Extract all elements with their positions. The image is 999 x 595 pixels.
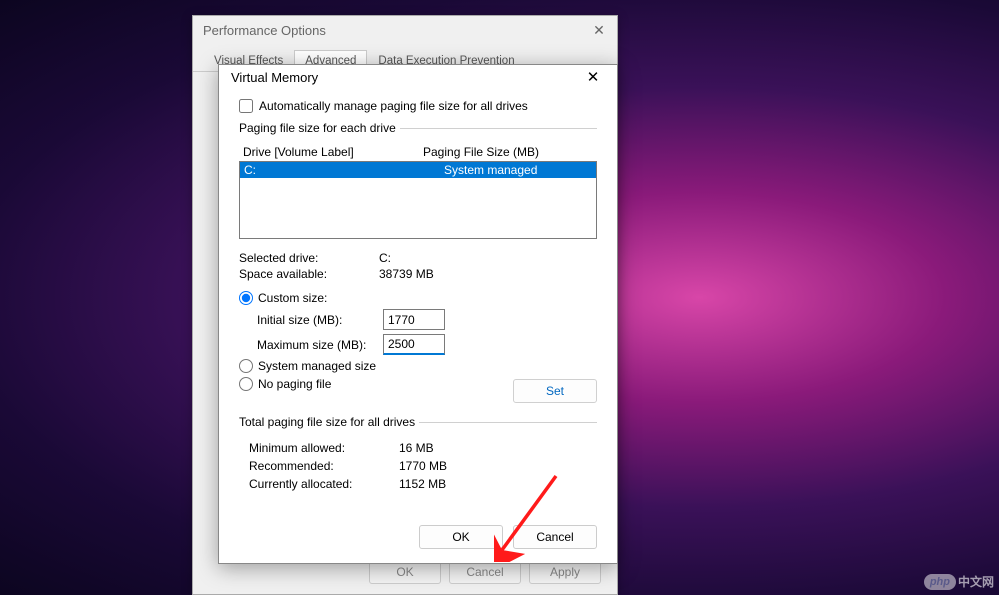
- selected-drive-value: C:: [379, 251, 597, 265]
- set-button-row: Set: [513, 379, 597, 403]
- maximum-size-input[interactable]: [383, 334, 445, 355]
- close-icon[interactable]: ✕: [591, 22, 607, 38]
- no-paging-radio[interactable]: [239, 377, 253, 391]
- currently-allocated-label: Currently allocated:: [249, 477, 399, 491]
- header-paging-size: Paging File Size (MB): [423, 145, 539, 159]
- currently-allocated-value: 1152 MB: [399, 477, 597, 491]
- perf-titlebar: Performance Options ✕: [193, 16, 617, 44]
- maximum-size-label: Maximum size (MB):: [257, 338, 375, 352]
- totals-grid: Minimum allowed: 16 MB Recommended: 1770…: [249, 441, 597, 491]
- header-drive-label: Drive [Volume Label]: [243, 145, 423, 159]
- custom-size-label: Custom size:: [258, 291, 327, 305]
- vm-titlebar: Virtual Memory ✕: [219, 65, 617, 89]
- maximum-size-row: Maximum size (MB):: [257, 334, 597, 355]
- initial-size-input[interactable]: [383, 309, 445, 330]
- auto-manage-row: Automatically manage paging file size fo…: [239, 99, 597, 113]
- vm-footer: OK Cancel: [219, 515, 617, 563]
- min-allowed-label: Minimum allowed:: [249, 441, 399, 455]
- ok-button[interactable]: OK: [419, 525, 503, 549]
- vm-title: Virtual Memory: [231, 70, 318, 85]
- no-paging-radio-row: No paging file: [239, 377, 513, 391]
- drive-list[interactable]: C: System managed: [239, 161, 597, 239]
- virtual-memory-dialog: Virtual Memory ✕ Automatically manage pa…: [218, 64, 618, 564]
- min-allowed-value: 16 MB: [399, 441, 597, 455]
- watermark: php 中文网: [924, 573, 994, 590]
- selected-drive-label: Selected drive:: [239, 251, 379, 265]
- watermark-text: 中文网: [958, 573, 994, 590]
- custom-size-radio-row: Custom size:: [239, 291, 597, 305]
- set-button[interactable]: Set: [513, 379, 597, 403]
- cancel-button[interactable]: Cancel: [513, 525, 597, 549]
- recommended-value: 1770 MB: [399, 459, 597, 473]
- group2-legend: Total paging file size for all drives: [239, 415, 419, 429]
- watermark-badge: php: [924, 574, 956, 590]
- drive-row-label: C:: [244, 163, 444, 177]
- drive-row-size: System managed: [444, 163, 592, 177]
- vm-body: Automatically manage paging file size fo…: [219, 89, 617, 515]
- recommended-label: Recommended:: [249, 459, 399, 473]
- group1-legend: Paging file size for each drive: [239, 121, 400, 135]
- space-available-value: 38739 MB: [379, 267, 597, 281]
- system-managed-radio[interactable]: [239, 359, 253, 373]
- close-icon[interactable]: ✕: [581, 65, 605, 89]
- paging-file-each-drive-group: Paging file size for each drive Drive [V…: [239, 121, 597, 409]
- custom-size-radio[interactable]: [239, 291, 253, 305]
- perf-title: Performance Options: [203, 23, 326, 38]
- drive-row[interactable]: C: System managed: [240, 162, 596, 178]
- initial-size-label: Initial size (MB):: [257, 313, 375, 327]
- space-available-label: Space available:: [239, 267, 379, 281]
- selected-drive-info: Selected drive: C: Space available: 3873…: [239, 251, 597, 281]
- system-managed-radio-row: System managed size: [239, 359, 597, 373]
- total-paging-group: Total paging file size for all drives Mi…: [239, 415, 597, 497]
- auto-manage-checkbox[interactable]: [239, 99, 253, 113]
- system-managed-label: System managed size: [258, 359, 376, 373]
- initial-size-row: Initial size (MB):: [257, 309, 597, 330]
- no-paging-label: No paging file: [258, 377, 331, 391]
- drive-list-header: Drive [Volume Label] Paging File Size (M…: [239, 143, 597, 161]
- auto-manage-label: Automatically manage paging file size fo…: [259, 99, 528, 113]
